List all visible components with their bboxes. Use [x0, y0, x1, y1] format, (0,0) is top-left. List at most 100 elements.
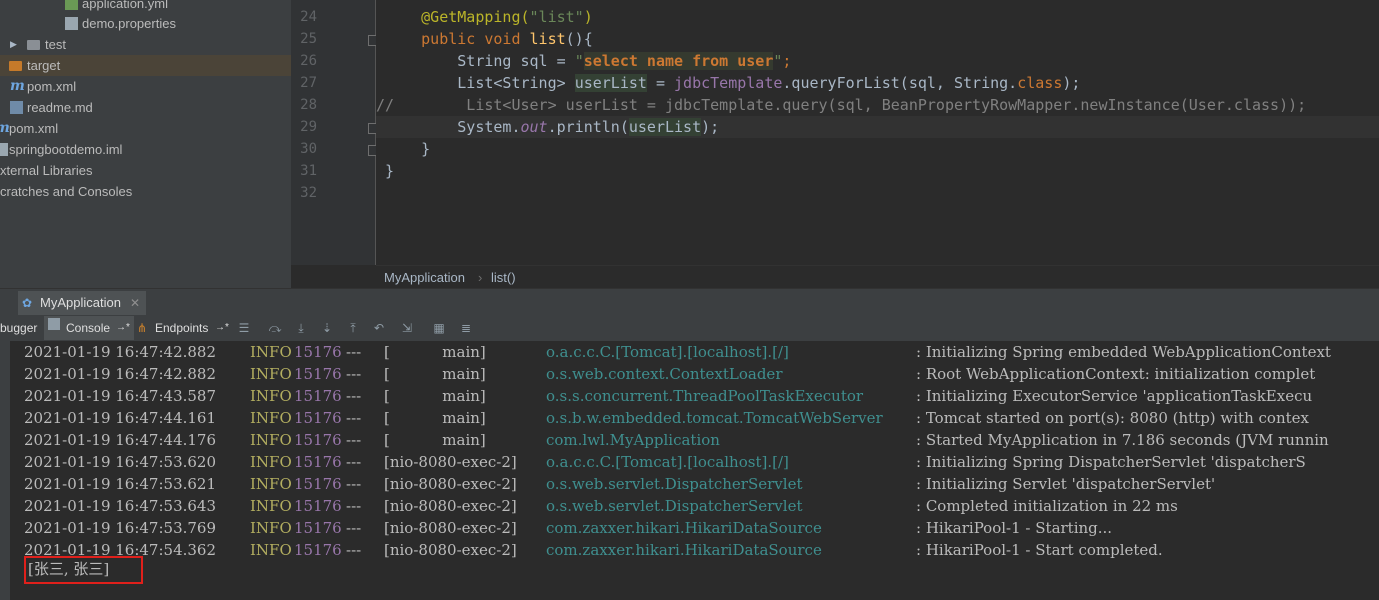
- log-thread: [nio-8080-exec-2]: [384, 475, 517, 493]
- run-tab-myapplication[interactable]: ✿ MyApplication ✕: [18, 291, 146, 315]
- log-ts: 2021-01-19 16:47:44.176: [24, 431, 217, 449]
- log-pid: 15176: [294, 453, 342, 471]
- code-line: @GetMapping("list"): [421, 8, 593, 26]
- log-ts: 2021-01-19 16:47:44.161: [24, 409, 217, 427]
- run-panel-header: ✿ MyApplication ✕: [0, 288, 1379, 316]
- folder-icon: [9, 61, 22, 71]
- log-msg: : HikariPool-1 - Start completed.: [916, 541, 1163, 559]
- menu-icon[interactable]: ☰: [235, 319, 253, 337]
- tab-debugger[interactable]: bugger: [0, 318, 37, 338]
- log-line: 2021-01-19 16:47:44.161 INFO 15176 --- [ mai…: [24, 407, 1379, 429]
- breadcrumb-separator: ›: [478, 270, 483, 285]
- log-msg: : Completed initialization in 22 ms: [916, 497, 1178, 515]
- tree-item-application-yml[interactable]: application.yml: [0, 0, 291, 14]
- log-thread: [nio-8080-exec-2]: [384, 497, 517, 515]
- log-pid: 15176: [294, 343, 342, 361]
- line-number: 30: [300, 141, 317, 157]
- force-step-into-icon[interactable]: ⇣: [318, 319, 336, 337]
- log-thread: [ main]: [384, 365, 486, 383]
- log-level: INFO: [250, 431, 292, 449]
- log-thread: [nio-8080-exec-2]: [384, 541, 517, 559]
- evaluate-icon[interactable]: ▦: [430, 319, 448, 337]
- line-number: 29: [300, 119, 317, 135]
- tree-item-test[interactable]: ▶ test: [0, 34, 291, 55]
- properties-file-icon: [65, 17, 78, 30]
- log-line: 2021-01-19 16:47:53.643 INFO 15176 --- [nio-…: [24, 495, 1379, 517]
- run-to-cursor-icon[interactable]: ⇲: [398, 319, 416, 337]
- log-logger: o.s.web.servlet.DispatcherServlet: [546, 497, 803, 515]
- log-line: 2021-01-19 16:47:54.362 INFO 15176 --- [nio-…: [24, 539, 1379, 561]
- drop-frame-icon[interactable]: ↶: [370, 319, 388, 337]
- log-thread: [ main]: [384, 409, 486, 427]
- tree-item-scratches[interactable]: cratches and Consoles: [0, 181, 291, 202]
- log-thread: [ main]: [384, 343, 486, 361]
- log-sep: ---: [346, 475, 362, 493]
- log-sep: ---: [346, 519, 362, 537]
- line-number: 25: [300, 31, 317, 47]
- log-level: INFO: [250, 475, 292, 493]
- pin-arrow-icon: →*: [116, 322, 130, 333]
- log-ts: 2021-01-19 16:47:43.587: [24, 387, 217, 405]
- log-sep: ---: [346, 541, 362, 559]
- tree-item-iml[interactable]: springbootdemo.iml: [0, 139, 291, 160]
- log-level: INFO: [250, 541, 292, 559]
- log-msg: : Initializing Spring embedded WebApplic…: [916, 343, 1331, 361]
- step-over-icon[interactable]: ⤼: [266, 319, 284, 337]
- tree-item-pom-xml-module[interactable]: m pom.xml: [0, 76, 291, 97]
- step-into-icon[interactable]: ⤓: [292, 319, 310, 337]
- log-logger: o.s.b.w.embedded.tomcat.TomcatWebServer: [546, 409, 883, 427]
- step-out-icon[interactable]: ⤒: [344, 319, 362, 337]
- console-output-result: [张三, 张三]: [28, 560, 110, 578]
- log-msg: : HikariPool-1 - Starting...: [916, 519, 1113, 537]
- tree-item-target[interactable]: target: [0, 55, 291, 76]
- code-line: List<String> userList = jdbcTemplate.que…: [457, 74, 1081, 92]
- log-sep: ---: [346, 387, 362, 405]
- log-level: INFO: [250, 453, 292, 471]
- log-level: INFO: [250, 409, 292, 427]
- tree-item-demo-properties[interactable]: demo.properties: [0, 13, 291, 34]
- code-line: }: [421, 140, 431, 158]
- code-line: }: [385, 162, 395, 180]
- log-pid: 15176: [294, 431, 342, 449]
- tree-item-pom-xml-root[interactable]: m pom.xml: [0, 118, 291, 139]
- line-number: 31: [300, 163, 317, 179]
- close-icon[interactable]: ✕: [130, 291, 140, 315]
- log-ts: 2021-01-19 16:47:53.621: [24, 475, 217, 493]
- line-number: 32: [300, 185, 317, 201]
- console-icon: [48, 318, 60, 330]
- tab-console[interactable]: Console →*: [44, 316, 134, 340]
- breadcrumb-item-method[interactable]: list(): [491, 266, 516, 289]
- log-level: INFO: [250, 497, 292, 515]
- log-ts: 2021-01-19 16:47:42.882: [24, 343, 217, 361]
- tab-endpoints[interactable]: ⋔ Endpoints →*: [137, 318, 232, 338]
- log-logger: o.s.web.servlet.DispatcherServlet: [546, 475, 803, 493]
- log-msg: : Started MyApplication in 7.186 seconds…: [916, 431, 1329, 449]
- chevron-right-icon[interactable]: ▶: [10, 34, 17, 55]
- pin-arrow-icon: →*: [215, 322, 229, 333]
- log-sep: ---: [346, 365, 362, 383]
- log-thread: [nio-8080-exec-2]: [384, 453, 517, 471]
- code-editor[interactable]: @GetMapping("list") public void list(){ …: [376, 0, 1379, 265]
- editor-gutter: 24 25 26 27 28 29 30 31 32: [291, 0, 379, 265]
- log-thread: [ main]: [384, 387, 486, 405]
- log-sep: ---: [346, 343, 362, 361]
- log-sep: ---: [346, 497, 362, 515]
- run-toolbar: bugger Console →* ⋔ Endpoints →* ☰ ⤼ ⤓ ⇣…: [0, 315, 1379, 342]
- markdown-file-icon: [10, 101, 23, 114]
- log-line: 2021-01-19 16:47:42.882 INFO 15176 --- [ mai…: [24, 363, 1379, 385]
- iml-file-icon: [0, 143, 8, 156]
- trace-icon[interactable]: ≣: [457, 319, 475, 337]
- log-logger: com.zaxxer.hikari.HikariDataSource: [546, 519, 822, 537]
- log-thread: [nio-8080-exec-2]: [384, 519, 517, 537]
- log-pid: 15176: [294, 519, 342, 537]
- log-logger: o.a.c.c.C.[Tomcat].[localhost].[/]: [546, 453, 789, 471]
- log-msg: : Root WebApplicationContext: initializa…: [916, 365, 1316, 383]
- log-pid: 15176: [294, 475, 342, 493]
- breadcrumb-item-class[interactable]: MyApplication: [384, 266, 465, 289]
- tree-item-readme[interactable]: readme.md: [0, 97, 291, 118]
- log-logger: com.zaxxer.hikari.HikariDataSource: [546, 541, 822, 559]
- log-logger: o.s.s.concurrent.ThreadPoolTaskExecutor: [546, 387, 864, 405]
- log-pid: 15176: [294, 409, 342, 427]
- tree-item-external-libraries[interactable]: xternal Libraries: [0, 160, 291, 181]
- log-line: 2021-01-19 16:47:53.621 INFO 15176 --- [nio-…: [24, 473, 1379, 495]
